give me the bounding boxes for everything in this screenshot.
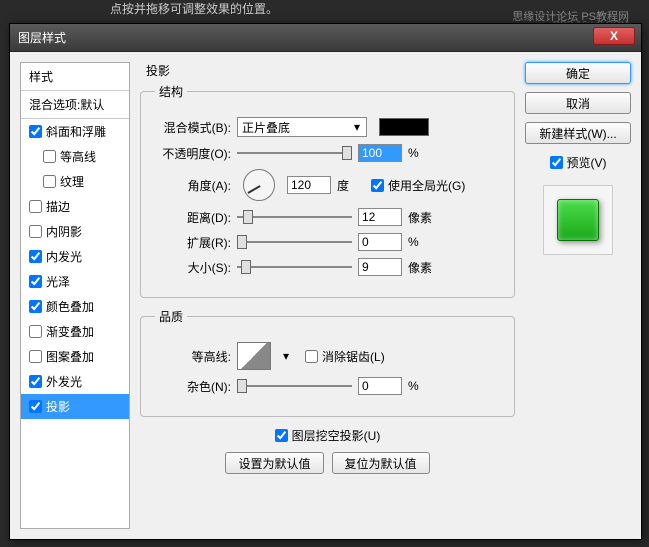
new-style-button[interactable]: 新建样式(W)... xyxy=(525,122,631,144)
panel-title: 投影 xyxy=(140,62,515,79)
angle-unit: 度 xyxy=(337,177,365,194)
close-icon: X xyxy=(610,29,618,43)
opacity-unit: % xyxy=(408,146,436,160)
angle-dial[interactable] xyxy=(243,169,275,201)
distance-input[interactable]: 12 xyxy=(358,208,402,226)
texture-checkbox[interactable] xyxy=(43,175,56,188)
opacity-slider[interactable] xyxy=(237,144,352,162)
quality-legend: 品质 xyxy=(155,308,187,325)
preview-box xyxy=(543,185,613,255)
satin-label: 光泽 xyxy=(46,273,70,290)
inner-shadow-label: 内阴影 xyxy=(46,223,82,240)
chevron-down-icon: ▾ xyxy=(283,349,289,363)
preview-swatch xyxy=(557,199,599,241)
blend-mode-value: 正片叠底 xyxy=(242,119,290,136)
anti-alias-label: 消除锯齿(L) xyxy=(322,348,385,365)
angle-input[interactable]: 120 xyxy=(287,176,331,194)
size-label: 大小(S): xyxy=(155,259,231,276)
hint-text: 点按并拖移可调整效果的位置。 xyxy=(110,0,278,17)
noise-unit: % xyxy=(408,379,436,393)
opacity-input[interactable]: 100 xyxy=(358,144,402,162)
reset-default-button[interactable]: 复位为默认值 xyxy=(332,452,430,474)
stroke-checkbox[interactable] xyxy=(29,200,42,213)
quality-group: 品质 等高线: ▾ 消除锯齿(L) 杂色(N): 0 % xyxy=(140,308,515,417)
color-overlay-checkbox[interactable] xyxy=(29,300,42,313)
angle-label: 角度(A): xyxy=(155,177,231,194)
preview-label: 预览(V) xyxy=(567,154,607,171)
drop-shadow-label: 投影 xyxy=(46,398,70,415)
style-satin[interactable]: 光泽 xyxy=(21,269,129,294)
satin-checkbox[interactable] xyxy=(29,275,42,288)
spread-input[interactable]: 0 xyxy=(358,233,402,251)
style-inner-shadow[interactable]: 内阴影 xyxy=(21,219,129,244)
outer-glow-checkbox[interactable] xyxy=(29,375,42,388)
inner-glow-checkbox[interactable] xyxy=(29,250,42,263)
contour-label: 等高线 xyxy=(60,148,96,165)
contour-checkbox[interactable] xyxy=(43,150,56,163)
contour-setting-label: 等高线: xyxy=(155,348,231,365)
distance-unit: 像素 xyxy=(408,209,436,226)
size-unit: 像素 xyxy=(408,259,436,276)
close-button[interactable]: X xyxy=(593,27,635,45)
global-light-label: 使用全局光(G) xyxy=(388,177,465,194)
noise-slider[interactable] xyxy=(237,377,352,395)
layer-style-dialog: 图层样式 X 样式 混合选项:默认 斜面和浮雕 等高线 纹理 描边 内阴影 内发… xyxy=(9,23,642,540)
style-color-overlay[interactable]: 颜色叠加 xyxy=(21,294,129,319)
right-panel: 确定 取消 新建样式(W)... 预览(V) xyxy=(525,62,631,529)
style-stroke[interactable]: 描边 xyxy=(21,194,129,219)
structure-group: 结构 混合模式(B): 正片叠底 ▾ 不透明度(O): 100 % 角度( xyxy=(140,83,515,298)
spread-slider[interactable] xyxy=(237,233,352,251)
drop-shadow-checkbox[interactable] xyxy=(29,400,42,413)
knockout-label: 图层挖空投影(U) xyxy=(292,427,381,444)
structure-legend: 结构 xyxy=(155,83,187,100)
pattern-overlay-checkbox[interactable] xyxy=(29,350,42,363)
bevel-label: 斜面和浮雕 xyxy=(46,123,106,140)
anti-alias-checkbox[interactable] xyxy=(305,350,318,363)
style-contour[interactable]: 等高线 xyxy=(21,144,129,169)
color-overlay-label: 颜色叠加 xyxy=(46,298,94,315)
contour-picker[interactable] xyxy=(237,342,271,370)
style-outer-glow[interactable]: 外发光 xyxy=(21,369,129,394)
stroke-label: 描边 xyxy=(46,198,70,215)
size-input[interactable]: 9 xyxy=(358,258,402,276)
inner-shadow-checkbox[interactable] xyxy=(29,225,42,238)
style-gradient-overlay[interactable]: 渐变叠加 xyxy=(21,319,129,344)
distance-slider[interactable] xyxy=(237,208,352,226)
styles-list: 样式 混合选项:默认 斜面和浮雕 等高线 纹理 描边 内阴影 内发光 光泽 颜色… xyxy=(20,62,130,529)
cancel-button[interactable]: 取消 xyxy=(525,92,631,114)
spread-label: 扩展(R): xyxy=(155,234,231,251)
texture-label: 纹理 xyxy=(60,173,84,190)
dialog-title: 图层样式 xyxy=(18,29,66,46)
opacity-label: 不透明度(O): xyxy=(155,145,231,162)
style-bevel[interactable]: 斜面和浮雕 xyxy=(21,119,129,144)
gradient-overlay-checkbox[interactable] xyxy=(29,325,42,338)
noise-label: 杂色(N): xyxy=(155,378,231,395)
set-default-button[interactable]: 设置为默认值 xyxy=(225,452,323,474)
outer-glow-label: 外发光 xyxy=(46,373,82,390)
blend-mode-label: 混合模式(B): xyxy=(155,119,231,136)
style-texture[interactable]: 纹理 xyxy=(21,169,129,194)
titlebar[interactable]: 图层样式 X xyxy=(10,24,641,52)
spread-unit: % xyxy=(408,235,436,249)
knockout-checkbox[interactable] xyxy=(275,429,288,442)
noise-input[interactable]: 0 xyxy=(358,377,402,395)
bevel-checkbox[interactable] xyxy=(29,125,42,138)
style-inner-glow[interactable]: 内发光 xyxy=(21,244,129,269)
style-pattern-overlay[interactable]: 图案叠加 xyxy=(21,344,129,369)
chevron-down-icon: ▾ xyxy=(350,119,364,135)
blend-mode-combo[interactable]: 正片叠底 ▾ xyxy=(237,117,367,137)
settings-panel: 投影 结构 混合模式(B): 正片叠底 ▾ 不透明度(O): 100 % xyxy=(140,62,525,529)
size-slider[interactable] xyxy=(237,258,352,276)
style-drop-shadow[interactable]: 投影 xyxy=(21,394,129,419)
preview-checkbox[interactable] xyxy=(550,156,563,169)
distance-label: 距离(D): xyxy=(155,209,231,226)
global-light-checkbox[interactable] xyxy=(371,179,384,192)
gradient-overlay-label: 渐变叠加 xyxy=(46,323,94,340)
ok-button[interactable]: 确定 xyxy=(525,62,631,84)
inner-glow-label: 内发光 xyxy=(46,248,82,265)
pattern-overlay-label: 图案叠加 xyxy=(46,348,94,365)
styles-header[interactable]: 样式 xyxy=(21,63,129,91)
shadow-color-swatch[interactable] xyxy=(379,118,429,136)
blending-options[interactable]: 混合选项:默认 xyxy=(21,91,129,119)
